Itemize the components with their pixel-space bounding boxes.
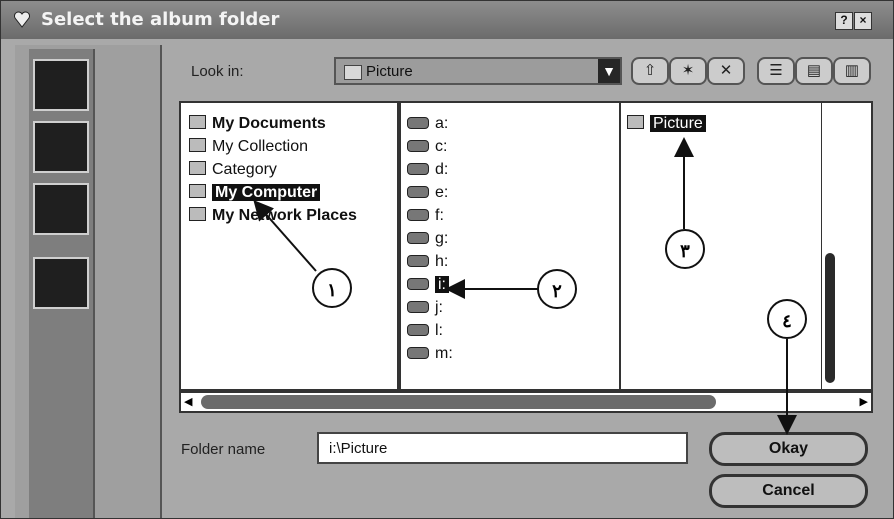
scroll-thumb[interactable] bbox=[201, 395, 716, 409]
close-button[interactable]: × bbox=[854, 12, 872, 30]
tag-icon bbox=[189, 161, 206, 175]
folders-pane: Picture bbox=[619, 101, 873, 391]
heart-pin-icon bbox=[14, 11, 30, 28]
columns-view-button[interactable]: ▥ bbox=[833, 57, 871, 85]
drive-item[interactable]: m: bbox=[407, 345, 453, 363]
folder-name-input[interactable]: i:\Picture bbox=[317, 432, 688, 464]
computer-icon bbox=[189, 184, 206, 198]
folder-icon bbox=[627, 115, 644, 129]
horizontal-scrollbar[interactable]: ◀ ▶ bbox=[179, 391, 873, 413]
up-folder-button[interactable]: ⇧ bbox=[631, 57, 669, 85]
details-view-button[interactable]: ▤ bbox=[795, 57, 833, 85]
tree-item-my-network-places[interactable]: My Network Places bbox=[189, 207, 357, 225]
folder-item-picture[interactable]: Picture bbox=[627, 115, 706, 133]
left-panel bbox=[15, 45, 162, 518]
drive-icon bbox=[407, 278, 429, 290]
drive-icon bbox=[407, 255, 429, 267]
album-thumbnail[interactable] bbox=[33, 183, 89, 235]
okay-button[interactable]: Okay bbox=[709, 432, 868, 466]
cancel-button[interactable]: Cancel bbox=[709, 474, 868, 508]
collection-icon bbox=[189, 138, 206, 152]
callout-2: ٢ bbox=[537, 269, 577, 309]
title-bar: Select the album folder ? × bbox=[1, 1, 893, 39]
new-folder-button[interactable]: ✶ bbox=[669, 57, 707, 85]
drive-item[interactable]: l: bbox=[407, 322, 443, 340]
album-thumbnail[interactable] bbox=[33, 59, 89, 111]
scroll-left-icon[interactable]: ◀ bbox=[184, 395, 192, 408]
drive-icon bbox=[407, 163, 429, 175]
dialog-window: Select the album folder ? × Look in: Pic… bbox=[0, 0, 894, 519]
scroll-thumb[interactable] bbox=[825, 253, 835, 383]
tree-item-my-computer[interactable]: My Computer bbox=[189, 184, 321, 202]
folder-icon bbox=[189, 115, 206, 129]
tree-item-my-collection[interactable]: My Collection bbox=[189, 138, 308, 156]
drive-item[interactable]: f: bbox=[407, 207, 444, 225]
delete-button[interactable]: ✕ bbox=[707, 57, 745, 85]
thumbnail-strip bbox=[29, 49, 95, 518]
scroll-right-icon[interactable]: ▶ bbox=[860, 395, 868, 408]
drive-item[interactable]: e: bbox=[407, 184, 448, 202]
drive-item-selected[interactable]: i: bbox=[407, 276, 449, 294]
drive-icon bbox=[407, 347, 429, 359]
drive-icon bbox=[407, 209, 429, 221]
drive-icon bbox=[407, 117, 429, 129]
tree-item-category[interactable]: Category bbox=[189, 161, 277, 179]
drive-icon bbox=[407, 186, 429, 198]
help-button[interactable]: ? bbox=[835, 12, 853, 30]
folder-name-label: Folder name bbox=[181, 441, 266, 458]
folder-icon bbox=[344, 65, 362, 80]
look-in-value: Picture bbox=[366, 63, 413, 80]
callout-3: ٣ bbox=[665, 229, 705, 269]
list-view-button[interactable]: ☰ bbox=[757, 57, 795, 85]
drives-pane: a: c: d: e: f: g: h: i: j: l: m: bbox=[399, 101, 621, 391]
drive-icon bbox=[407, 140, 429, 152]
drive-item[interactable]: h: bbox=[407, 253, 448, 271]
tree-item-my-documents[interactable]: My Documents bbox=[189, 115, 326, 133]
look-in-dropdown[interactable]: Picture ▼ bbox=[334, 57, 622, 85]
album-thumbnail[interactable] bbox=[33, 121, 89, 173]
album-thumbnail[interactable] bbox=[33, 257, 89, 309]
drive-icon bbox=[407, 324, 429, 336]
dialog-title: Select the album folder bbox=[41, 9, 280, 30]
folder-tree-pane: My Documents My Collection Category My C… bbox=[179, 101, 399, 391]
chevron-down-icon[interactable]: ▼ bbox=[598, 59, 620, 83]
drive-item[interactable]: a: bbox=[407, 115, 448, 133]
look-in-label: Look in: bbox=[191, 63, 244, 80]
drive-icon bbox=[407, 301, 429, 313]
drive-item[interactable]: c: bbox=[407, 138, 447, 156]
drive-icon bbox=[407, 232, 429, 244]
callout-4: ٤ bbox=[767, 299, 807, 339]
vertical-scrollbar[interactable] bbox=[821, 103, 838, 389]
drive-item[interactable]: j: bbox=[407, 299, 443, 317]
network-icon bbox=[189, 207, 206, 221]
drive-item[interactable]: d: bbox=[407, 161, 448, 179]
callout-1: ١ bbox=[312, 268, 352, 308]
drive-item[interactable]: g: bbox=[407, 230, 448, 248]
